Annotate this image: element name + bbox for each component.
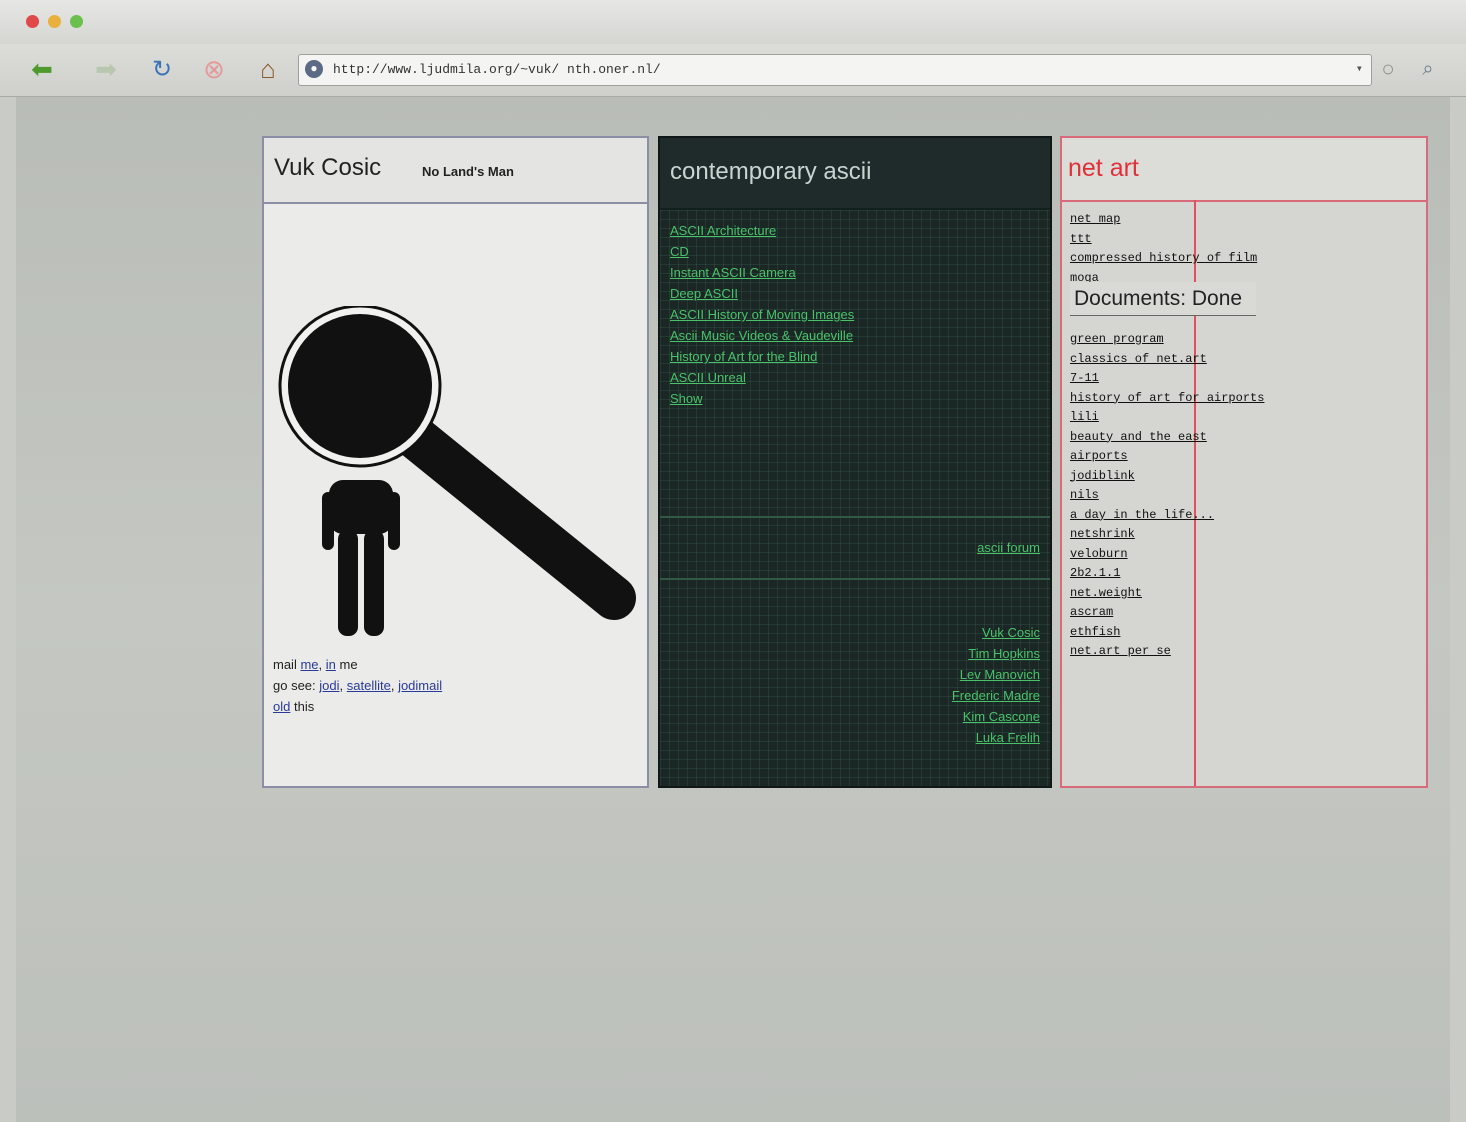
list-item[interactable]: Instant ASCII Camera — [670, 262, 854, 283]
panel-title: Vuk Cosic — [274, 154, 382, 181]
list-item[interactable]: jodiblink — [1070, 467, 1264, 487]
window-titlebar — [0, 0, 1466, 44]
list-item[interactable]: net map — [1070, 210, 1264, 230]
list-item[interactable]: History of Art for the Blind — [670, 346, 854, 367]
list-item[interactable]: Vuk Cosic — [952, 622, 1040, 643]
forward-arrow-icon[interactable]: ➡ — [86, 52, 126, 86]
list-item[interactable]: Ascii Music Videos & Vaudeville — [670, 325, 854, 346]
go-see-line: go see: jodi, satellite, jodimail — [273, 678, 443, 693]
status-text: Documents: Done — [1070, 282, 1256, 316]
minimize-window-button[interactable] — [48, 15, 61, 28]
vuk-cosic-panel: Vuk Cosic No Land's Man mail me, in me g… — [262, 136, 649, 788]
list-item[interactable]: ttt — [1070, 230, 1264, 250]
old-suffix: this — [290, 699, 315, 714]
go-link-jodi[interactable]: jodi — [319, 678, 339, 693]
chevron-down-icon[interactable]: ▾ — [1356, 61, 1363, 76]
ascii-link-list: ASCII Architecture CD Instant ASCII Came… — [670, 220, 854, 409]
people-link-list: Vuk Cosic Tim Hopkins Lev Manovich Frede… — [952, 622, 1040, 748]
ascii-forum-link[interactable]: ascii forum — [977, 540, 1040, 555]
list-item[interactable]: ascram — [1070, 603, 1264, 623]
list-item[interactable]: lili — [1070, 408, 1264, 428]
address-url: http://www.ljudmila.org/~vuk/ nth.oner.n… — [333, 62, 661, 77]
net-art-panel: net art net map ttt compressed history o… — [1060, 136, 1428, 788]
list-item[interactable]: classics of net.art — [1070, 350, 1264, 370]
list-item[interactable]: compressed history of film — [1070, 249, 1264, 269]
mail-separator: , — [318, 657, 326, 672]
list-item[interactable]: 7-11 — [1070, 369, 1264, 389]
list-item[interactable]: netshrink — [1070, 525, 1264, 545]
go-link-satellite[interactable]: satellite — [347, 678, 391, 693]
list-item[interactable]: net.weight — [1070, 584, 1264, 604]
go-link-jodimail[interactable]: jodimail — [398, 678, 442, 693]
list-item[interactable]: history of art for airports — [1070, 389, 1264, 409]
zoom-window-button[interactable] — [70, 15, 83, 28]
mail-me-link[interactable]: me — [300, 657, 318, 672]
search-go-icon[interactable]: ⌕ — [1408, 52, 1448, 86]
panel-title: contemporary ascii — [670, 158, 872, 185]
panel-header: contemporary ascii — [660, 138, 1050, 210]
reload-icon[interactable]: ↻ — [142, 52, 182, 86]
list-item[interactable]: ASCII History of Moving Images — [670, 304, 854, 325]
mail-suffix: me — [335, 657, 358, 672]
panel-footer: mail me, in me go see: jodi, satellite, … — [273, 654, 633, 717]
search-engine-icon[interactable]: ○ — [1368, 52, 1408, 86]
net-art-link-list: net map ttt compressed history of film m… — [1070, 210, 1264, 662]
old-line: old this — [273, 696, 633, 717]
panel-header: Vuk Cosic No Land's Man — [264, 138, 647, 204]
list-item[interactable]: Kim Cascone — [952, 706, 1040, 727]
magnifier-figure-image — [278, 306, 636, 636]
list-item[interactable]: Tim Hopkins — [952, 643, 1040, 664]
contemporary-ascii-panel: contemporary ascii ASCII Architecture CD… — [658, 136, 1052, 788]
mail-in-link[interactable]: in — [326, 657, 336, 672]
go-see-label: go see: — [273, 678, 320, 693]
list-item[interactable]: nils — [1070, 486, 1264, 506]
close-window-button[interactable] — [26, 15, 39, 28]
list-item[interactable]: 2b2.1.1 — [1070, 564, 1264, 584]
list-item[interactable]: Deep ASCII — [670, 283, 854, 304]
panel-title: net art — [1068, 154, 1139, 182]
home-icon[interactable]: ⌂ — [248, 52, 288, 86]
list-item[interactable]: ASCII Unreal — [670, 367, 854, 388]
list-item[interactable]: CD — [670, 241, 854, 262]
list-item[interactable]: veloburn — [1070, 545, 1264, 565]
ascii-forum-block: ascii forum — [977, 540, 1040, 555]
back-arrow-icon[interactable]: ⬅ — [22, 52, 62, 86]
list-item[interactable]: Show — [670, 388, 854, 409]
address-bar[interactable]: ● http://www.ljudmila.org/~vuk/ nth.oner… — [298, 54, 1372, 86]
list-item[interactable]: airports — [1070, 447, 1264, 467]
browser-toolbar: ⬅ ➡ ↻ ⊗ ⌂ ● http://www.ljudmila.org/~vuk… — [0, 44, 1466, 97]
divider — [660, 578, 1050, 580]
list-item[interactable]: green program — [1070, 330, 1264, 350]
panel-header: net art — [1062, 138, 1426, 202]
panel-tagline: No Land's Man — [422, 164, 514, 179]
old-link[interactable]: old — [273, 699, 290, 714]
divider — [660, 516, 1050, 518]
list-item[interactable]: net.art per se — [1070, 642, 1264, 662]
list-item[interactable]: ASCII Architecture — [670, 220, 854, 241]
list-item[interactable]: Luka Frelih — [952, 727, 1040, 748]
list-item[interactable]: beauty and the east — [1070, 428, 1264, 448]
list-item[interactable]: a day in the life... — [1070, 506, 1264, 526]
stop-icon[interactable]: ⊗ — [194, 52, 234, 86]
mail-line: mail me, in me — [273, 654, 633, 675]
mail-label: mail — [273, 657, 297, 672]
list-item[interactable]: Frederic Madre — [952, 685, 1040, 706]
globe-icon: ● — [305, 60, 323, 78]
list-item[interactable]: ethfish — [1070, 623, 1264, 643]
list-item[interactable]: Lev Manovich — [952, 664, 1040, 685]
